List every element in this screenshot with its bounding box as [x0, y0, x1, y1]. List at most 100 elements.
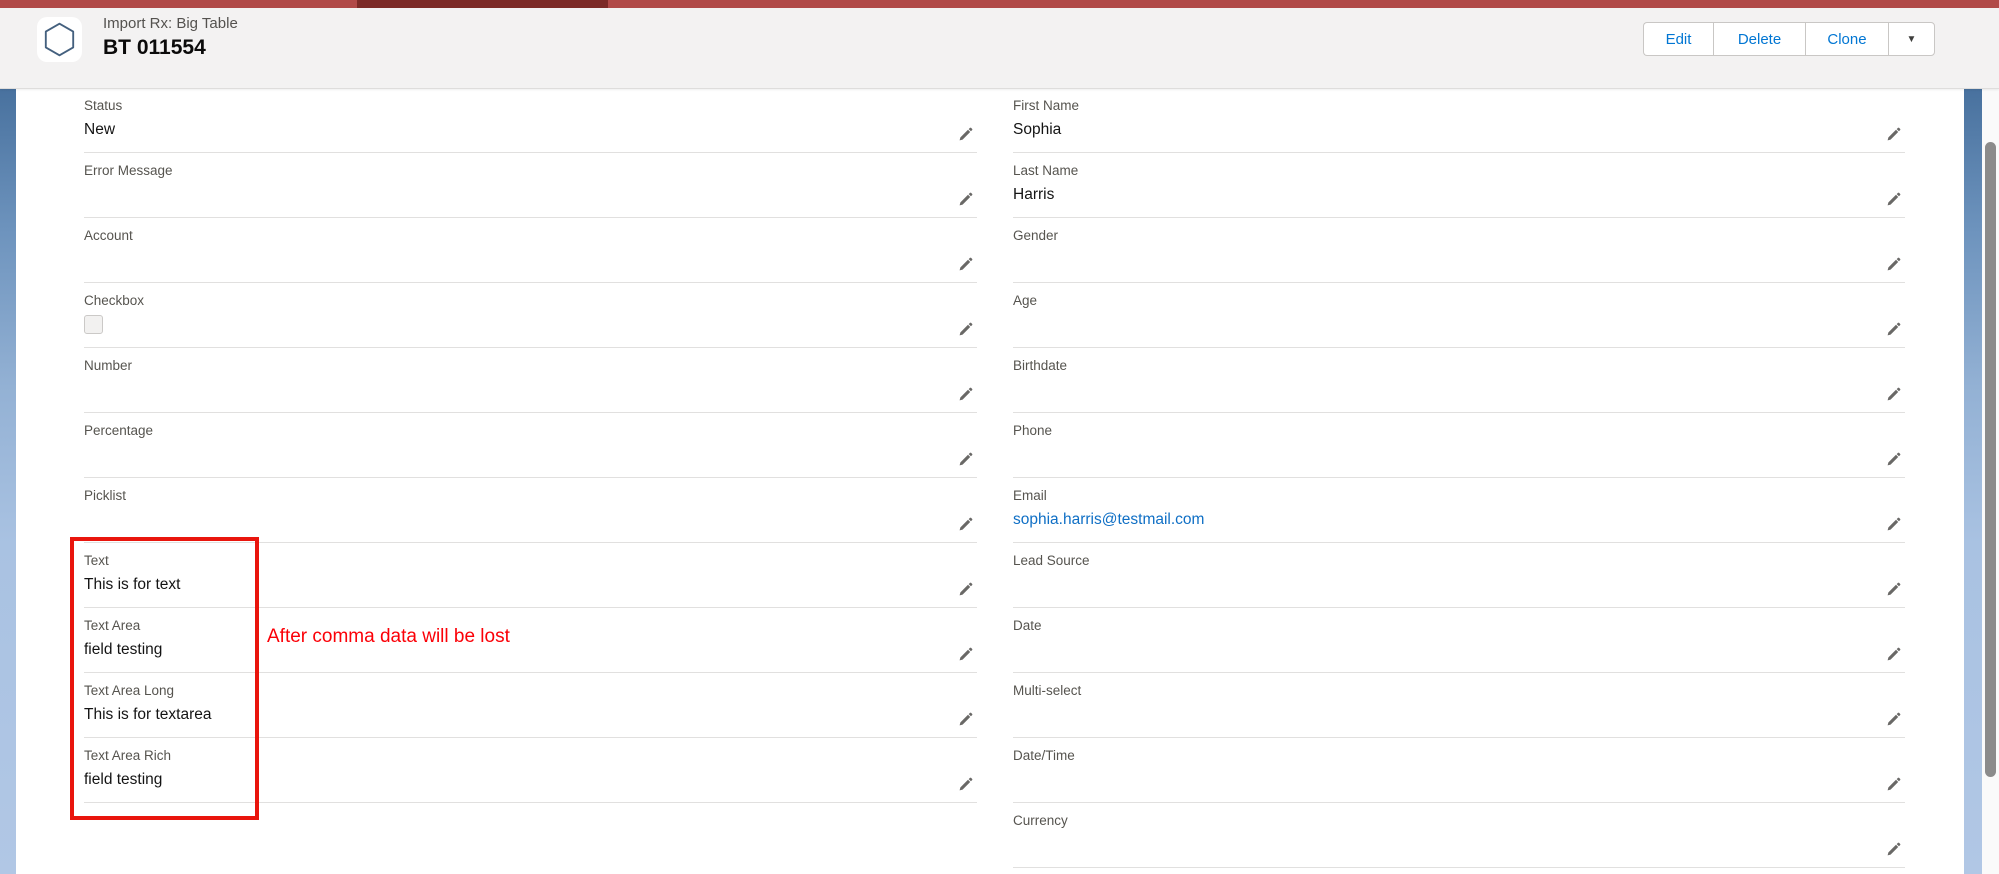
field-value: This is for textarea: [84, 704, 977, 725]
clone-button[interactable]: Clone: [1805, 22, 1888, 56]
more-actions-chevron-down-icon[interactable]: ▼: [1888, 22, 1935, 56]
field-label: Age: [1013, 292, 1905, 309]
edit-button[interactable]: Edit: [1643, 22, 1713, 56]
field-label: Text Area: [84, 617, 977, 634]
delete-button[interactable]: Delete: [1713, 22, 1805, 56]
field-label: Currency: [1013, 812, 1905, 829]
inline-edit-pencil-icon[interactable]: [957, 255, 975, 273]
field-label: Text Area Rich: [84, 747, 977, 764]
field-value: [84, 249, 977, 270]
field-label: Birthdate: [1013, 357, 1905, 374]
inline-edit-pencil-icon[interactable]: [957, 320, 975, 338]
field-value: [84, 444, 977, 465]
inline-edit-pencil-icon[interactable]: [1885, 125, 1903, 143]
field-label: Lead Source: [1013, 552, 1905, 569]
field-row-checkbox: Checkbox: [84, 283, 977, 348]
field-row-percentage: Percentage: [84, 413, 977, 478]
inline-edit-pencil-icon[interactable]: [1885, 255, 1903, 273]
field-value: [1013, 249, 1905, 270]
field-label: Checkbox: [84, 292, 977, 309]
field-row-email: Email sophia.harris@testmail.com: [1013, 478, 1905, 543]
field-value: [1013, 314, 1905, 335]
inline-edit-pencil-icon[interactable]: [957, 125, 975, 143]
field-label: Multi-select: [1013, 682, 1905, 699]
field-row-picklist: Picklist: [84, 478, 977, 543]
inline-edit-pencil-icon[interactable]: [1885, 515, 1903, 533]
field-label: Text: [84, 552, 977, 569]
browser-active-tab-strip: [357, 0, 608, 8]
field-row-text-area: Text Area field testing: [84, 608, 977, 673]
field-value: [1013, 639, 1905, 660]
field-label: Date: [1013, 617, 1905, 634]
scrollbar-thumb[interactable]: [1985, 142, 1996, 777]
field-value: [1013, 769, 1905, 790]
field-row-account: Account: [84, 218, 977, 283]
field-row-text-area-long: Text Area Long This is for textarea: [84, 673, 977, 738]
field-row-last-name: Last Name Harris: [1013, 153, 1905, 218]
field-value: Sophia: [1013, 119, 1905, 140]
field-row-lead-source: Lead Source: [1013, 543, 1905, 608]
field-value: Harris: [1013, 184, 1905, 205]
field-label: Picklist: [84, 487, 977, 504]
field-label: Account: [84, 227, 977, 244]
inline-edit-pencil-icon[interactable]: [957, 515, 975, 533]
field-label: Text Area Long: [84, 682, 977, 699]
red-annotation-text: After comma data will be lost: [267, 626, 510, 648]
inline-edit-pencil-icon[interactable]: [1885, 450, 1903, 468]
inline-edit-pencil-icon[interactable]: [957, 580, 975, 598]
inline-edit-pencil-icon[interactable]: [1885, 385, 1903, 403]
field-value: [1013, 704, 1905, 725]
inline-edit-pencil-icon[interactable]: [957, 775, 975, 793]
action-button-group: Edit Delete Clone ▼: [1643, 22, 1935, 56]
field-row-text-area-rich: Text Area Richfield testing: [84, 738, 977, 803]
email-link[interactable]: sophia.harris@testmail.com: [1013, 509, 1905, 530]
field-value: field testing: [84, 639, 977, 660]
inline-edit-pencil-icon[interactable]: [1885, 190, 1903, 208]
object-label: Import Rx: Big Table: [103, 14, 238, 33]
field-column-left: StatusNewError Message Account Checkbox Num…: [84, 88, 977, 803]
inline-edit-pencil-icon[interactable]: [1885, 840, 1903, 858]
field-row-status: StatusNew: [84, 88, 977, 153]
vertical-scrollbar[interactable]: [1982, 88, 1999, 874]
record-header: Import Rx: Big Table BT 011554 Edit Dele…: [0, 8, 1999, 89]
inline-edit-pencil-icon[interactable]: [957, 710, 975, 728]
field-row-number: Number: [84, 348, 977, 413]
field-row-phone: Phone: [1013, 413, 1905, 478]
field-value: [84, 509, 977, 530]
checkbox-input-unchecked[interactable]: [84, 315, 103, 334]
field-row-age: Age: [1013, 283, 1905, 348]
field-row-date-time: Date/Time: [1013, 738, 1905, 803]
record-title-block: Import Rx: Big Table BT 011554: [103, 14, 238, 61]
inline-edit-pencil-icon[interactable]: [1885, 320, 1903, 338]
page-background-right-strip: [1964, 88, 1982, 874]
field-label: First Name: [1013, 97, 1905, 114]
inline-edit-pencil-icon[interactable]: [1885, 710, 1903, 728]
inline-edit-pencil-icon[interactable]: [1885, 775, 1903, 793]
browser-top-strip: [0, 0, 1999, 8]
inline-edit-pencil-icon[interactable]: [957, 645, 975, 663]
salesforce-record-page: Import Rx: Big Table BT 011554 Edit Dele…: [0, 0, 1999, 874]
field-value: [84, 184, 977, 205]
hexagon-record-icon: [37, 17, 82, 62]
field-row-multi-select: Multi-select: [1013, 673, 1905, 738]
field-label: Last Name: [1013, 162, 1905, 179]
field-value: [84, 379, 977, 400]
inline-edit-pencil-icon[interactable]: [1885, 580, 1903, 598]
field-row-text: Text This is for text: [84, 543, 977, 608]
field-label: Percentage: [84, 422, 977, 439]
inline-edit-pencil-icon[interactable]: [1885, 645, 1903, 663]
field-label: Email: [1013, 487, 1905, 504]
inline-edit-pencil-icon[interactable]: [957, 190, 975, 208]
page-background-left-strip: [0, 88, 16, 874]
field-label: Status: [84, 97, 977, 114]
field-label: Number: [84, 357, 977, 374]
field-row-currency: Currency: [1013, 803, 1905, 868]
field-value: This is for text: [84, 574, 977, 595]
field-column-right: First Name Sophia Last Name Harris Gender Age…: [1013, 88, 1905, 868]
field-row-error-message: Error Message: [84, 153, 977, 218]
field-row-gender: Gender: [1013, 218, 1905, 283]
field-label: Phone: [1013, 422, 1905, 439]
inline-edit-pencil-icon[interactable]: [957, 450, 975, 468]
field-row-first-name: First Name Sophia: [1013, 88, 1905, 153]
inline-edit-pencil-icon[interactable]: [957, 385, 975, 403]
